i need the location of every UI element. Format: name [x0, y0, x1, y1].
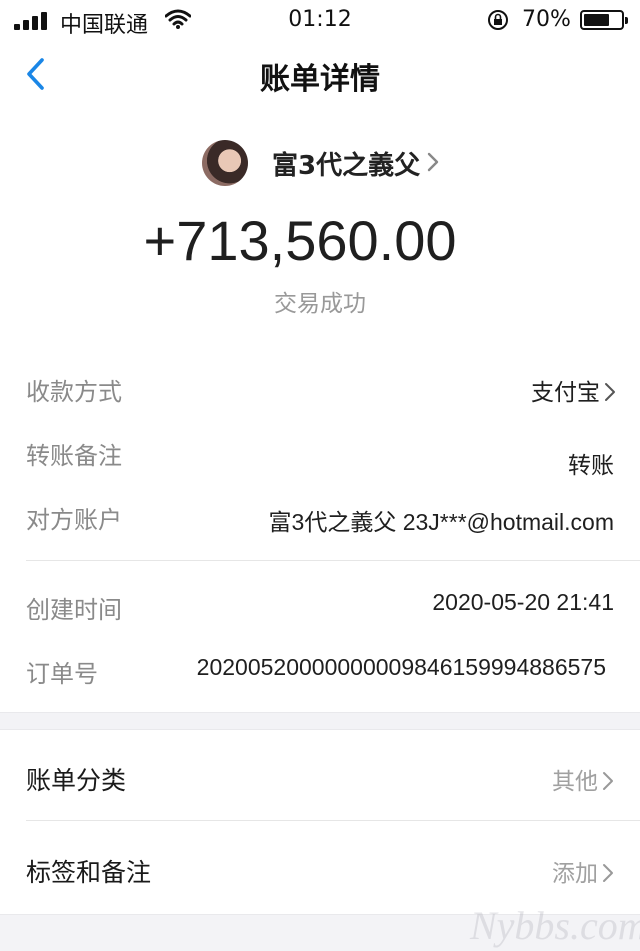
chevron-right-icon — [603, 864, 613, 882]
detail-label-transfer-note: 转账备注 — [26, 442, 122, 470]
page-title: 账单详情 — [260, 62, 380, 97]
battery-icon — [580, 10, 628, 30]
payment-method-text: 支付宝 — [531, 380, 600, 406]
divider — [26, 560, 640, 561]
chevron-right-icon — [427, 152, 439, 172]
bill-category-value: 其他 — [552, 762, 614, 796]
bill-category-text: 其他 — [552, 769, 598, 795]
chevron-right-icon — [603, 772, 613, 790]
detail-label-payment-method: 收款方式 — [26, 378, 122, 406]
navigation-bar: 账单详情 — [0, 40, 640, 108]
bill-category-row[interactable]: 账单分类 其他 — [0, 730, 640, 820]
tags-and-notes-value: 添加 — [552, 854, 614, 888]
detail-label-created-time: 创建时间 — [26, 596, 122, 624]
counterparty-row[interactable]: 富3代之義父 — [0, 138, 640, 186]
bill-category-label: 账单分类 — [26, 766, 127, 795]
divider — [26, 820, 640, 821]
status-bar: 中国联通 01:12 70% — [0, 0, 640, 40]
rotation-lock-icon — [488, 10, 508, 30]
section-separator — [0, 712, 640, 730]
watermark: Nybbs.com — [470, 903, 640, 948]
chevron-right-icon — [605, 383, 615, 401]
battery-percent: 70% — [522, 7, 571, 32]
tags-and-notes-row[interactable]: 标签和备注 添加 — [0, 822, 640, 912]
tags-and-notes-text: 添加 — [552, 861, 598, 887]
counterparty-name: 富3代之義父 — [272, 151, 421, 181]
transaction-amount: +713,560.00 — [143, 209, 457, 272]
detail-value-transfer-note: 转账 — [568, 453, 614, 479]
avatar — [202, 140, 248, 186]
battery-fill — [584, 14, 609, 26]
tags-and-notes-label: 标签和备注 — [26, 858, 152, 887]
detail-value-created-time: 2020-05-20 21:41 — [432, 589, 614, 615]
detail-label-counterparty-account: 对方账户 — [26, 506, 122, 534]
detail-value-payment-method[interactable]: 支付宝 — [531, 373, 616, 407]
transaction-status: 交易成功 — [274, 291, 366, 317]
detail-value-order-number: 20200520000000009846159994886575 — [196, 654, 606, 680]
detail-label-order-number: 订单号 — [26, 660, 98, 688]
detail-value-counterparty-account: 富3代之義父 23J***@hotmail.com — [268, 509, 614, 535]
